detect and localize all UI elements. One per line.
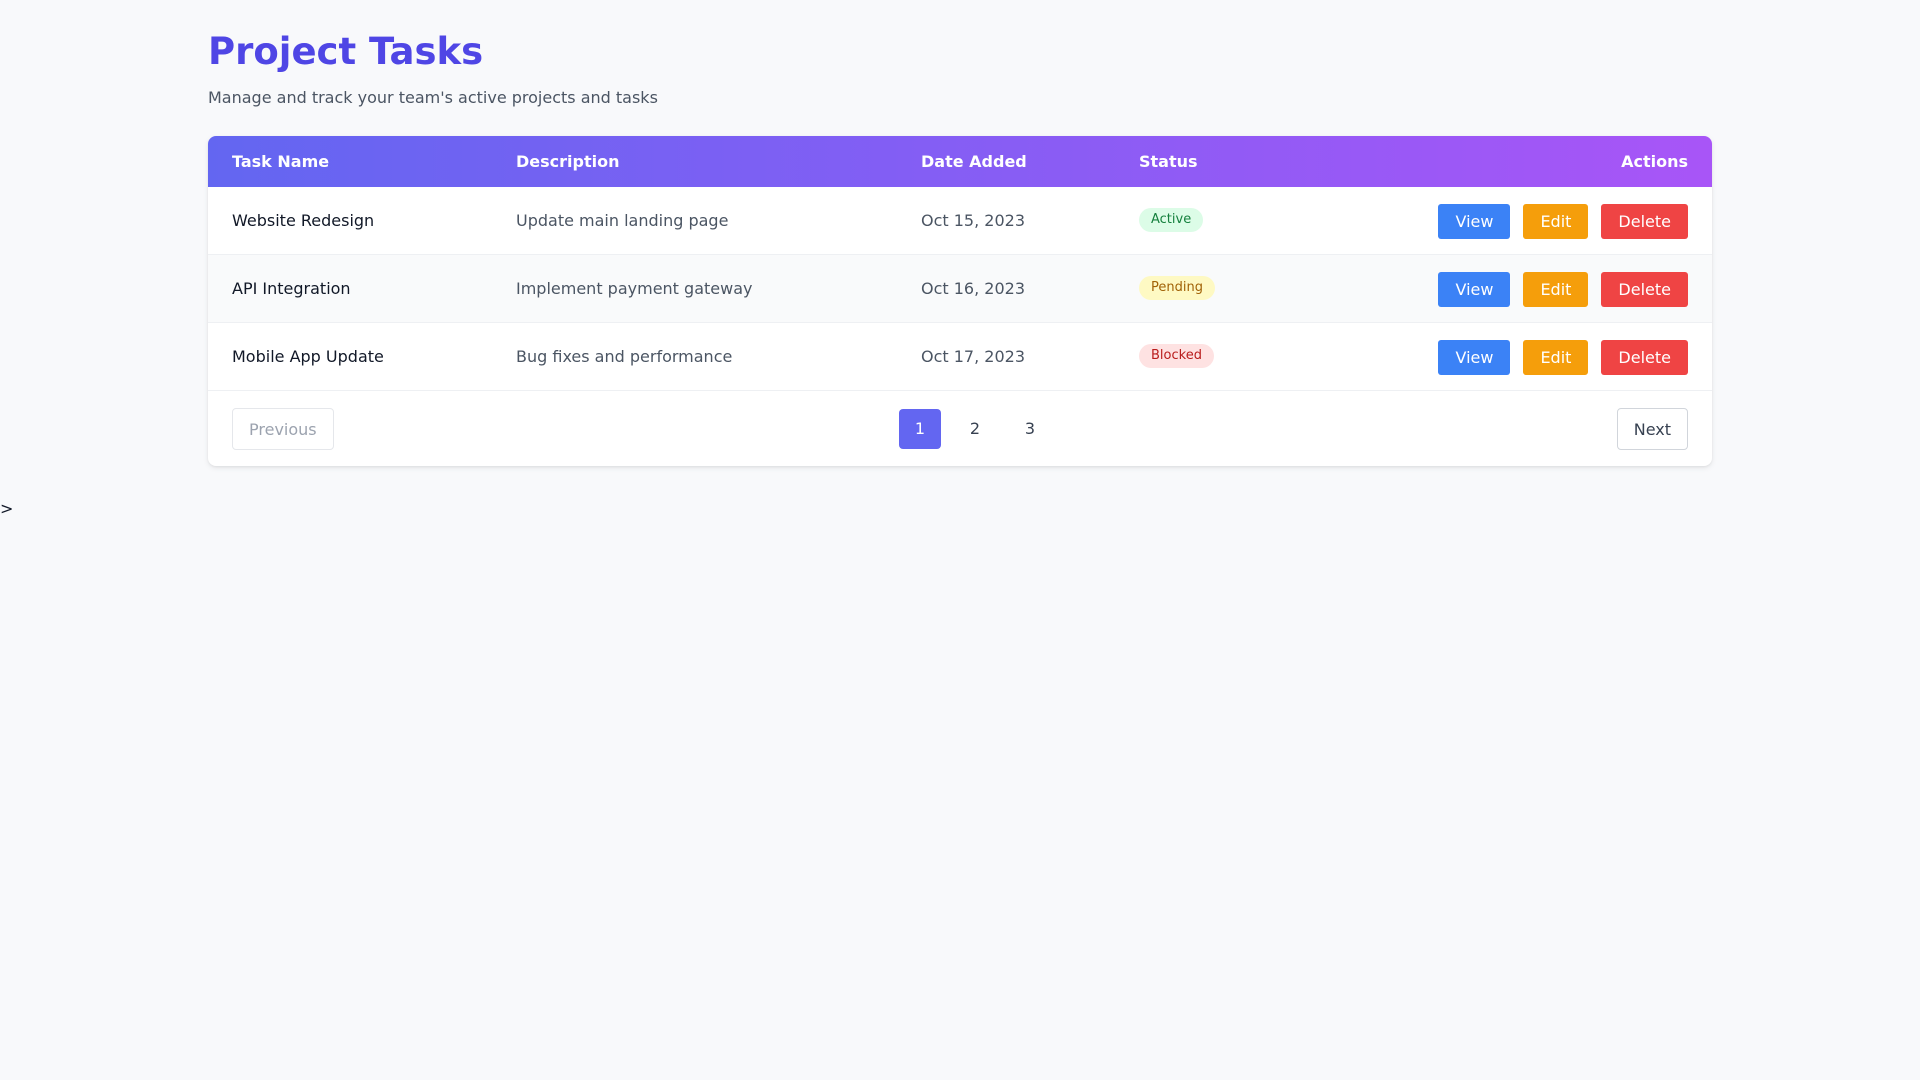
row-actions: View Edit Delete (1438, 272, 1688, 307)
page-3-button[interactable]: 3 (1009, 409, 1051, 449)
column-header-status: Status (1139, 152, 1198, 171)
edit-button[interactable]: Edit (1523, 204, 1589, 239)
task-description: Implement payment gateway (516, 279, 753, 298)
delete-button[interactable]: Delete (1601, 204, 1688, 239)
status-cell: Active (1139, 187, 1204, 255)
table-row: Mobile App Update Bug fixes and performa… (208, 323, 1712, 391)
task-name: Website Redesign (232, 211, 375, 230)
row-actions: View Edit Delete (1438, 340, 1688, 375)
row-actions: View Edit Delete (1438, 204, 1688, 239)
status-cell: Pending (1139, 255, 1215, 323)
view-button[interactable]: View (1438, 340, 1511, 375)
previous-page-button[interactable]: Previous (232, 408, 334, 450)
page: Project Tasks Manage and track your team… (208, 28, 1712, 466)
edit-button[interactable]: Edit (1523, 272, 1589, 307)
status-cell: Blocked (1139, 323, 1214, 391)
page-title: Project Tasks (208, 30, 484, 73)
table-row: Website Redesign Update main landing pag… (208, 187, 1712, 255)
status-badge-blocked: Blocked (1139, 344, 1214, 368)
next-page-button[interactable]: Next (1616, 408, 1688, 450)
page-subtitle: Manage and track your team's active proj… (208, 88, 658, 107)
table-row: API Integration Implement payment gatewa… (208, 255, 1712, 323)
task-description: Update main landing page (516, 211, 729, 230)
status-badge-active: Active (1139, 208, 1204, 232)
task-date: Oct 15, 2023 (921, 211, 1025, 230)
task-date: Oct 17, 2023 (921, 347, 1025, 366)
column-header-description: Description (516, 152, 620, 171)
page-numbers: 1 2 3 (899, 409, 1051, 449)
column-header-task-name: Task Name (232, 152, 330, 171)
pagination: Previous 1 2 3 Next (208, 391, 1712, 466)
task-name: Mobile App Update (232, 347, 384, 366)
view-button[interactable]: View (1438, 204, 1511, 239)
task-date: Oct 16, 2023 (921, 279, 1025, 298)
edit-button[interactable]: Edit (1523, 340, 1589, 375)
page-1-button[interactable]: 1 (899, 409, 941, 449)
stray-text: > (0, 499, 14, 518)
table-header: Task Name Description Date Added Status … (208, 136, 1712, 187)
delete-button[interactable]: Delete (1601, 272, 1688, 307)
view-button[interactable]: View (1438, 272, 1511, 307)
page-2-button[interactable]: 2 (954, 409, 996, 449)
delete-button[interactable]: Delete (1601, 340, 1688, 375)
tasks-table-card: Task Name Description Date Added Status … (208, 136, 1712, 466)
task-name: API Integration (232, 279, 351, 298)
column-header-actions: Actions (1621, 152, 1688, 171)
status-badge-pending: Pending (1139, 276, 1215, 300)
column-header-date-added: Date Added (921, 152, 1027, 171)
task-description: Bug fixes and performance (516, 347, 733, 366)
